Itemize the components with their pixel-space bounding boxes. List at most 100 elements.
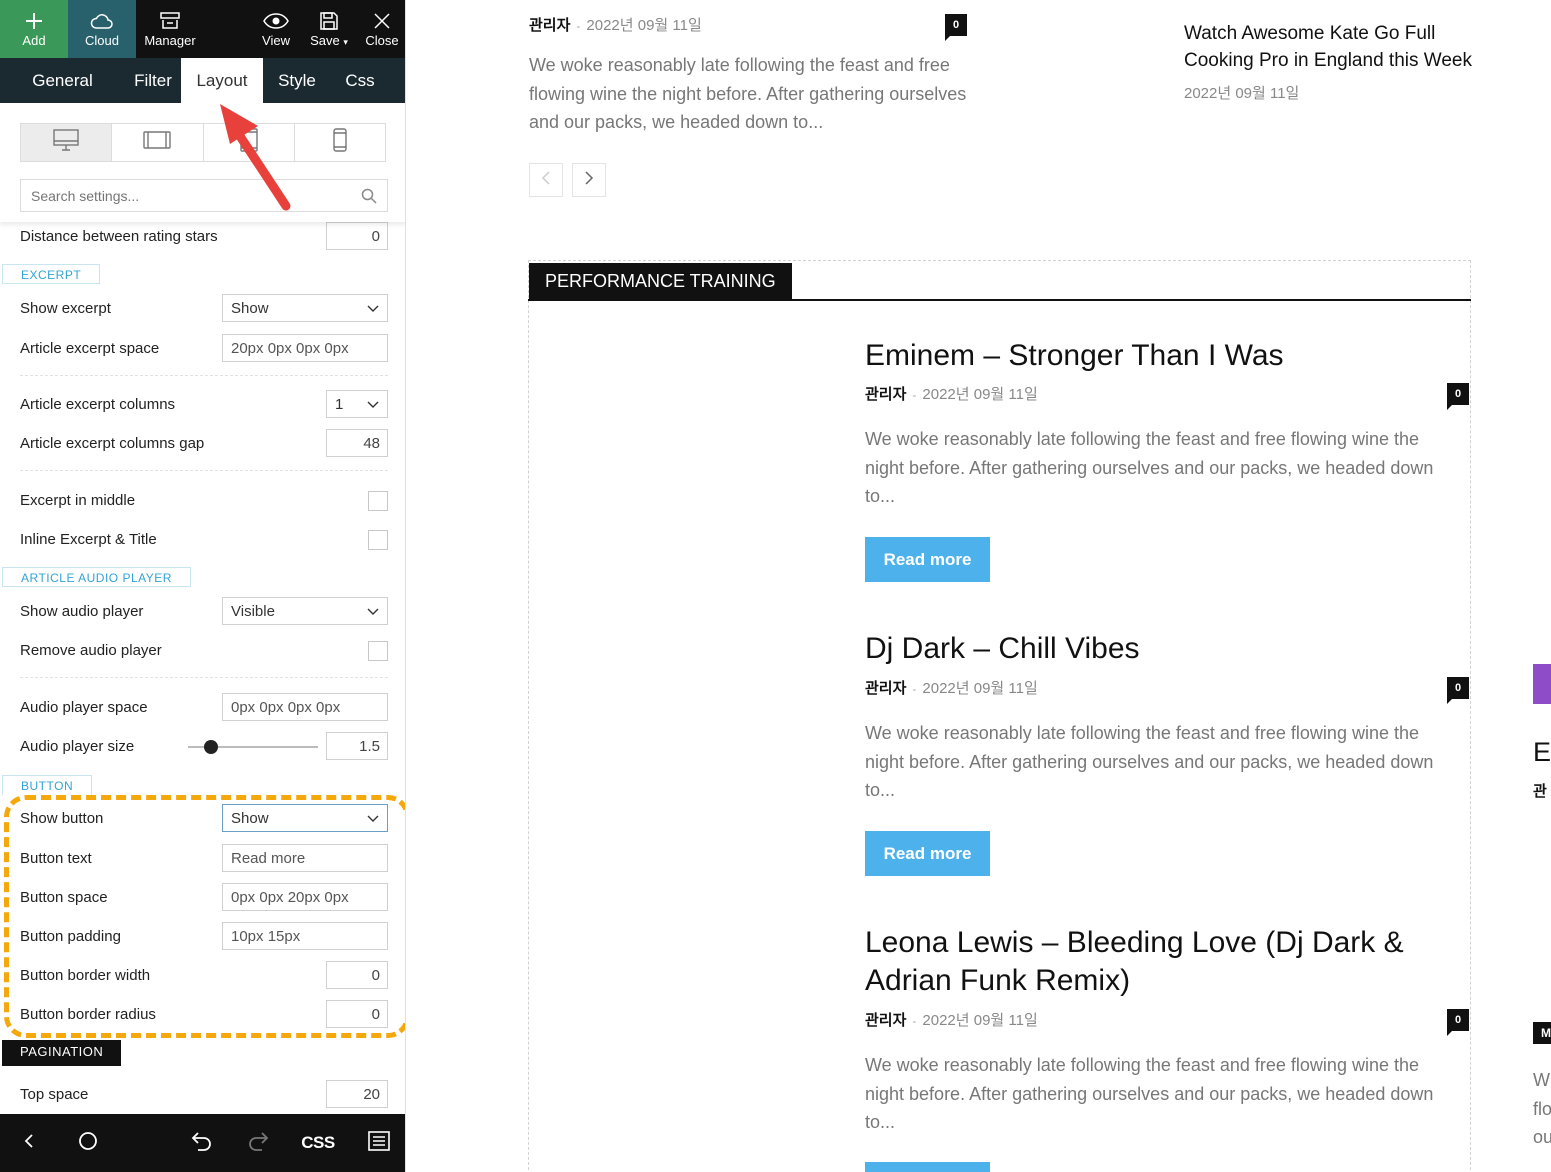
settings-search bbox=[20, 179, 388, 212]
setting-label: Audio player size bbox=[20, 738, 135, 755]
post-author[interactable]: 관리자 bbox=[865, 680, 906, 697]
audio-size-input[interactable]: 1.5 bbox=[326, 732, 388, 760]
category-badge[interactable] bbox=[1533, 664, 1551, 704]
device-phone-button[interactable] bbox=[295, 124, 385, 161]
setting-button-text: Button text Read more bbox=[20, 844, 390, 874]
close-button[interactable]: Close bbox=[358, 0, 405, 58]
divider bbox=[20, 677, 388, 678]
editor-bottom-bar: CSS bbox=[0, 1114, 405, 1172]
add-button[interactable]: Add bbox=[0, 0, 68, 58]
audio-size-slider-handle[interactable] bbox=[204, 740, 218, 754]
setting-label: Audio player space bbox=[20, 699, 148, 716]
next-page-button[interactable] bbox=[572, 163, 606, 197]
undo-button[interactable] bbox=[176, 1114, 226, 1172]
post-date: 2022년 09월 11일 bbox=[922, 1012, 1038, 1029]
block-title: PERFORMANCE TRAINING bbox=[529, 263, 792, 300]
manager-button[interactable]: Manager bbox=[136, 0, 204, 58]
section-button: BUTTON bbox=[2, 775, 93, 795]
setting-button-border-radius: Button border radius 0 bbox=[20, 1000, 390, 1030]
setting-audio-size: Audio player size 1.5 bbox=[20, 732, 390, 762]
button-border-width-input[interactable]: 0 bbox=[326, 961, 388, 989]
device-desktop-button[interactable] bbox=[21, 124, 113, 161]
excerpt-space-input[interactable]: 20px 0px 0px 0px bbox=[222, 334, 388, 362]
tab-filter[interactable]: Filter bbox=[125, 58, 181, 103]
chevron-left-icon bbox=[541, 170, 551, 190]
rating-distance-input[interactable]: 0 bbox=[326, 222, 388, 250]
show-excerpt-select[interactable]: Show bbox=[222, 294, 388, 322]
read-more-button[interactable]: Read more bbox=[865, 537, 990, 582]
tab-layout[interactable]: Layout bbox=[181, 58, 263, 103]
show-button-select[interactable]: Show bbox=[222, 804, 388, 832]
prev-page-button[interactable] bbox=[529, 163, 563, 197]
setting-label: Show audio player bbox=[20, 603, 144, 620]
post-title[interactable]: Eminem – Stronger Than I Was bbox=[865, 337, 1455, 375]
comment-count[interactable]: 0 bbox=[1447, 383, 1469, 410]
setting-label: Button border radius bbox=[20, 1006, 156, 1023]
layers-button[interactable] bbox=[354, 1114, 404, 1172]
post-title[interactable]: Leona Lewis – Bleeding Love (Dj Dark & A… bbox=[865, 924, 1425, 1000]
audio-space-input[interactable]: 0px 0px 0px 0px bbox=[222, 693, 388, 721]
device-tablet-portrait-button[interactable] bbox=[204, 124, 295, 161]
setting-label: Button padding bbox=[20, 928, 121, 945]
show-audio-select[interactable]: Visible bbox=[222, 597, 388, 625]
search-input[interactable] bbox=[31, 187, 361, 204]
caret-down-icon: ▾ bbox=[343, 37, 348, 47]
button-text-input[interactable]: Read more bbox=[222, 844, 388, 872]
post-date: 2022년 09월 11일 bbox=[922, 680, 1038, 697]
button-border-radius-input[interactable]: 0 bbox=[326, 1000, 388, 1028]
setting-label: Button border width bbox=[20, 967, 151, 984]
setting-button-space: Button space 0px 0px 20px 0px bbox=[20, 883, 390, 913]
home-button[interactable] bbox=[63, 1114, 113, 1172]
tablet-portrait-icon bbox=[239, 128, 258, 157]
setting-excerpt-columns-gap: Article excerpt columns gap 48 bbox=[20, 429, 390, 459]
side-post-title[interactable]: Watch Awesome Kate Go Full Cooking Pro i… bbox=[1184, 20, 1484, 74]
editor-toolbar: Add Cloud Manager View Save ▾ Close bbox=[0, 0, 405, 58]
post-meta: 관리자 -2022년 09월 11일 bbox=[529, 14, 702, 35]
device-tablet-landscape-button[interactable] bbox=[112, 124, 204, 161]
post-author[interactable]: 관리자 bbox=[529, 17, 570, 34]
inline-excerpt-checkbox[interactable] bbox=[368, 530, 388, 550]
partial-excerpt: W flo ou bbox=[1533, 1066, 1551, 1152]
tab-general[interactable]: General bbox=[0, 58, 125, 103]
settings-sidebar: Add Cloud Manager View Save ▾ Close Gene… bbox=[0, 0, 406, 1172]
search-icon[interactable] bbox=[361, 188, 377, 204]
chevron-down-icon bbox=[367, 401, 379, 408]
post-meta: 관리자 -2022년 09월 11일 bbox=[865, 677, 1038, 698]
meta-separator: - bbox=[912, 388, 917, 402]
comment-count[interactable]: 0 bbox=[945, 14, 967, 41]
top-space-input[interactable]: 20 bbox=[326, 1080, 388, 1108]
read-more-button[interactable] bbox=[865, 1162, 990, 1172]
cloud-button[interactable]: Cloud bbox=[68, 0, 136, 58]
view-button[interactable]: View bbox=[252, 0, 300, 58]
post-meta: 관리자 -2022년 09월 11일 bbox=[865, 1009, 1038, 1030]
back-button[interactable] bbox=[4, 1114, 54, 1172]
redo-button[interactable] bbox=[234, 1114, 284, 1172]
excerpt-columns-gap-input[interactable]: 48 bbox=[326, 429, 388, 457]
button-padding-input[interactable]: 10px 15px bbox=[222, 922, 388, 950]
save-button[interactable]: Save ▾ bbox=[300, 0, 358, 58]
select-value: Show bbox=[231, 300, 269, 317]
remove-audio-checkbox[interactable] bbox=[368, 641, 388, 661]
css-button[interactable]: CSS bbox=[293, 1114, 343, 1172]
cloud-label: Cloud bbox=[85, 33, 119, 48]
excerpt-middle-checkbox[interactable] bbox=[368, 491, 388, 511]
setting-label: Distance between rating stars bbox=[20, 228, 218, 245]
button-space-input[interactable]: 0px 0px 20px 0px bbox=[222, 883, 388, 911]
post-author[interactable]: 관리자 bbox=[865, 1012, 906, 1029]
partial-post-title[interactable]: E bbox=[1533, 737, 1551, 768]
read-more-button[interactable]: Read more bbox=[865, 831, 990, 876]
desktop-icon bbox=[53, 129, 79, 156]
setting-remove-audio: Remove audio player bbox=[20, 636, 390, 666]
cloud-icon bbox=[90, 10, 114, 32]
side-post-date: 2022년 09월 11일 bbox=[1184, 85, 1300, 102]
comment-count[interactable]: 0 bbox=[1447, 1009, 1469, 1036]
excerpt-columns-select[interactable]: 1 bbox=[326, 390, 388, 418]
tab-css[interactable]: Css bbox=[331, 58, 389, 103]
post-author[interactable]: 관리자 bbox=[865, 386, 906, 403]
post-title[interactable]: Dj Dark – Chill Vibes bbox=[865, 630, 1455, 668]
comment-count[interactable]: 0 bbox=[1447, 677, 1469, 704]
section-audio-player: ARTICLE AUDIO PLAYER bbox=[2, 567, 191, 587]
tab-style[interactable]: Style bbox=[263, 58, 331, 103]
chevron-down-icon bbox=[367, 305, 379, 312]
setting-label: Article excerpt space bbox=[20, 340, 160, 357]
